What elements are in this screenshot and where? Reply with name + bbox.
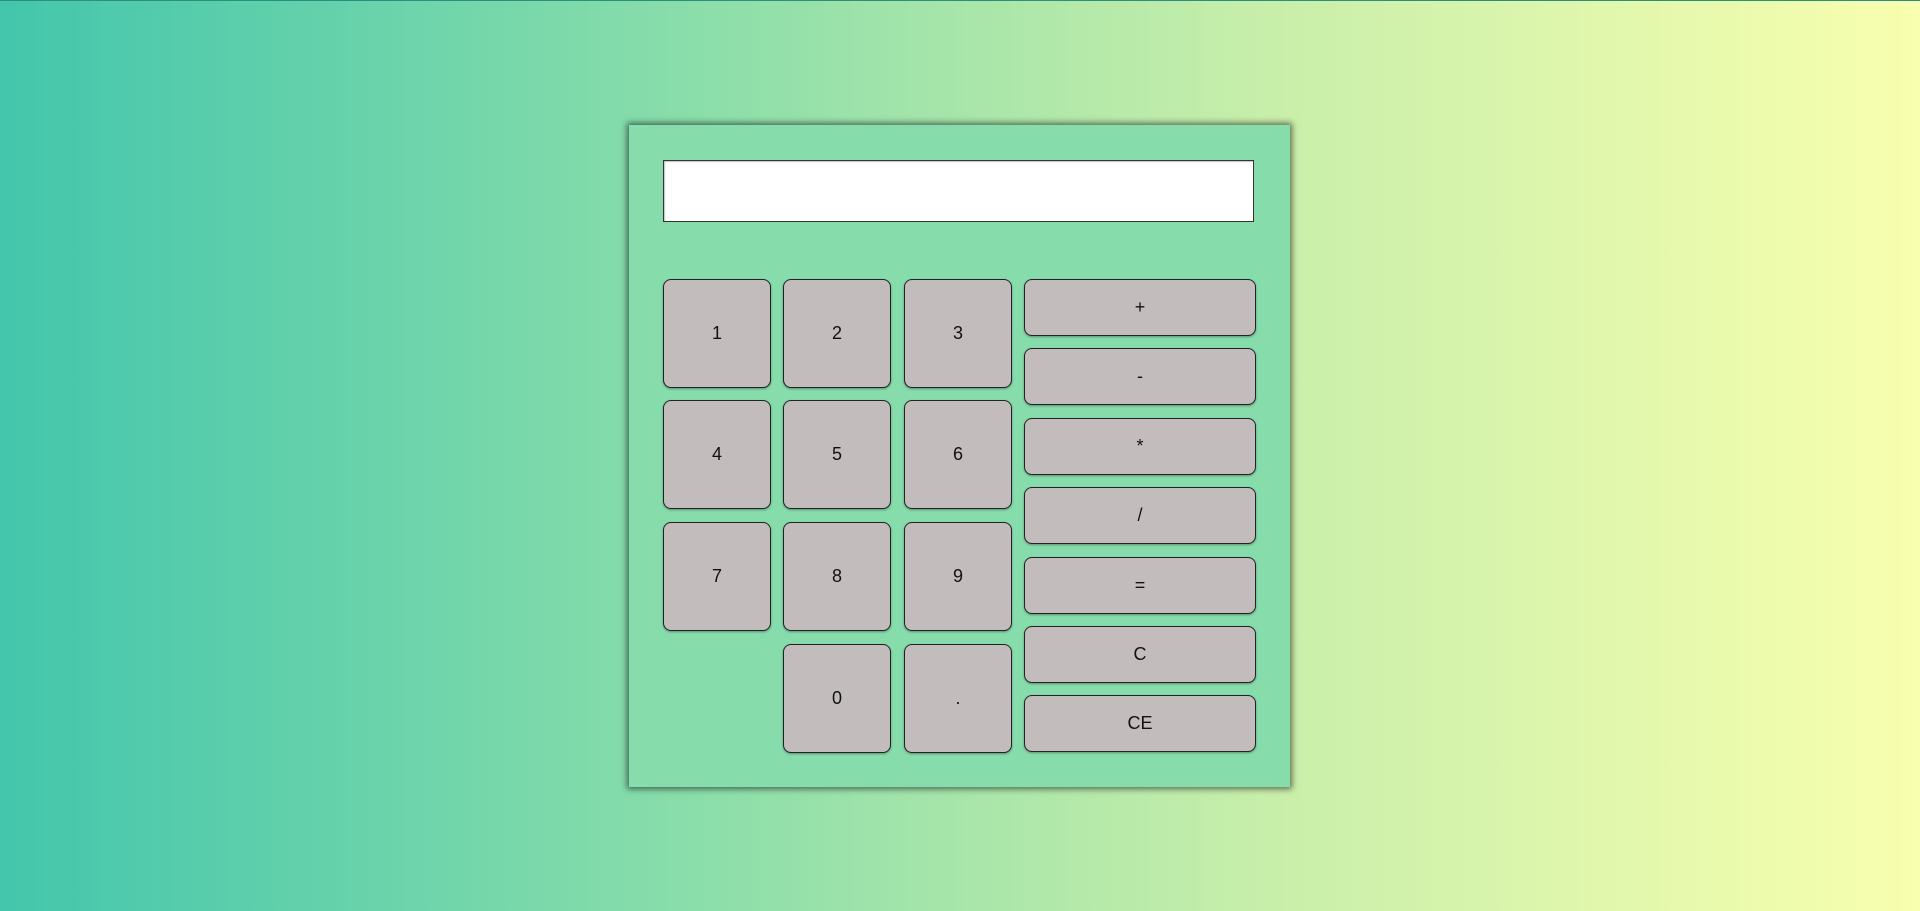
multiply-button[interactable]: *	[1024, 418, 1256, 475]
add-button[interactable]: +	[1024, 279, 1256, 336]
digit-2-button[interactable]: 2	[783, 279, 891, 388]
digit-6-button[interactable]: 6	[904, 400, 1012, 509]
digit-1-button[interactable]: 1	[663, 279, 771, 388]
divide-button[interactable]: /	[1024, 487, 1256, 544]
digit-7-button[interactable]: 7	[663, 522, 771, 631]
top-border-line	[0, 0, 1920, 1]
calculator-display[interactable]	[663, 160, 1254, 222]
clear-entry-button[interactable]: CE	[1024, 695, 1256, 752]
digit-5-button[interactable]: 5	[783, 400, 891, 509]
decimal-point-button[interactable]: .	[904, 644, 1012, 753]
subtract-button[interactable]: -	[1024, 348, 1256, 405]
clear-button[interactable]: C	[1024, 626, 1256, 683]
digit-4-button[interactable]: 4	[663, 400, 771, 509]
calculator-panel: 1 2 3 4 5 6 7 8 9 0 . + - * / = C CE	[629, 125, 1290, 787]
digit-8-button[interactable]: 8	[783, 522, 891, 631]
digit-3-button[interactable]: 3	[904, 279, 1012, 388]
equals-button[interactable]: =	[1024, 557, 1256, 614]
digit-9-button[interactable]: 9	[904, 522, 1012, 631]
digit-0-button[interactable]: 0	[783, 644, 891, 753]
